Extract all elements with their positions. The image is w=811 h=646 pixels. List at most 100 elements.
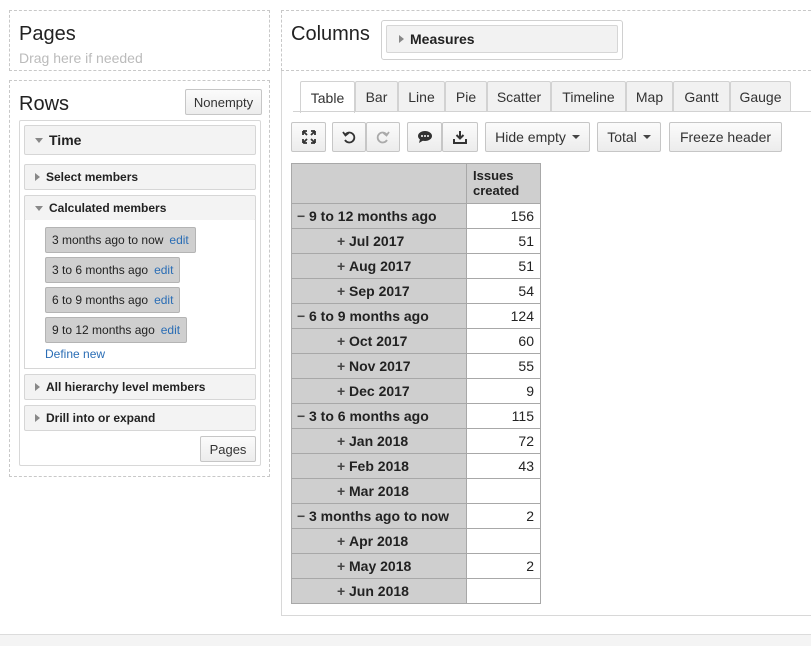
expand-plus-icon[interactable]: + — [337, 433, 349, 449]
value-cell[interactable]: 124 — [466, 303, 541, 329]
row-header[interactable]: + Apr 2018 — [291, 528, 467, 554]
row-header[interactable]: −3 months ago to now — [291, 503, 467, 529]
collapse-minus-icon[interactable]: − — [297, 308, 309, 324]
edit-link[interactable]: edit — [169, 233, 188, 247]
row-header[interactable]: −6 to 9 months ago — [291, 303, 467, 329]
row-label: Jul 2017 — [349, 233, 405, 249]
redo-button[interactable] — [366, 122, 400, 152]
expand-plus-icon[interactable]: + — [337, 383, 349, 399]
tab-scatter[interactable]: Scatter — [487, 81, 551, 112]
value-cell[interactable]: 156 — [466, 203, 541, 229]
total-dropdown[interactable]: Total — [597, 122, 661, 152]
nonempty-button[interactable]: Nonempty — [185, 89, 262, 115]
table-row: −9 to 12 months ago 156 — [291, 203, 541, 229]
calculated-member-chip[interactable]: 3 to 6 months ago edit — [45, 257, 181, 283]
tab-bar[interactable]: Bar — [355, 81, 398, 112]
expand-plus-icon[interactable]: + — [337, 558, 349, 574]
row-header[interactable]: + Sep 2017 — [291, 278, 467, 304]
drill-section[interactable]: Drill into or expand — [24, 405, 256, 431]
measures-label: Measures — [410, 31, 475, 47]
edit-link[interactable]: edit — [154, 263, 173, 277]
value-cell[interactable]: 43 — [466, 453, 541, 479]
define-new-link[interactable]: Define new — [45, 347, 105, 361]
tab-line[interactable]: Line — [398, 81, 445, 112]
value-cell[interactable]: 51 — [466, 228, 541, 254]
expand-plus-icon[interactable]: + — [337, 258, 349, 274]
expand-plus-icon[interactable]: + — [337, 458, 349, 474]
edit-link[interactable]: edit — [154, 293, 173, 307]
value-cell[interactable]: 9 — [466, 378, 541, 404]
row-label: May 2018 — [349, 558, 412, 574]
row-label: Oct 2017 — [349, 333, 408, 349]
drill-label: Drill into or expand — [46, 411, 156, 425]
undo-icon — [342, 131, 356, 144]
comment-button[interactable] — [407, 122, 442, 152]
row-header[interactable]: + Jun 2018 — [291, 578, 467, 604]
table-row: + Apr 2018 — [291, 528, 541, 554]
calculated-member-chip[interactable]: 3 months ago to now edit — [45, 227, 196, 253]
redo-icon — [376, 131, 390, 144]
value-cell[interactable]: 55 — [466, 353, 541, 379]
pages-button[interactable]: Pages — [200, 436, 256, 462]
expand-plus-icon[interactable]: + — [337, 233, 349, 249]
tab-pie[interactable]: Pie — [445, 81, 487, 112]
expand-plus-icon[interactable]: + — [337, 583, 349, 599]
value-cell[interactable]: 2 — [466, 503, 541, 529]
calculated-member-chip[interactable]: 9 to 12 months ago edit — [45, 317, 188, 343]
row-label: Feb 2018 — [349, 458, 409, 474]
collapse-minus-icon[interactable]: − — [297, 408, 309, 424]
row-label: Jun 2018 — [349, 583, 409, 599]
collapse-minus-icon[interactable]: − — [297, 508, 309, 524]
table-corner — [291, 163, 467, 204]
measures-chip[interactable]: Measures — [386, 25, 618, 53]
fullscreen-button[interactable] — [291, 122, 326, 152]
expand-plus-icon[interactable]: + — [337, 358, 349, 374]
value-cell[interactable]: 51 — [466, 253, 541, 279]
expand-plus-icon[interactable]: + — [337, 283, 349, 299]
value-cell[interactable]: 60 — [466, 328, 541, 354]
calculated-member-chip[interactable]: 6 to 9 months ago edit — [45, 287, 181, 313]
row-header[interactable]: + Aug 2017 — [291, 253, 467, 279]
row-header[interactable]: + May 2018 — [291, 553, 467, 579]
table-row: + Dec 2017 9 — [291, 378, 541, 404]
rows-title: Rows — [19, 93, 70, 115]
calculated-members-section[interactable]: Calculated members — [24, 195, 256, 221]
tab-gantt[interactable]: Gantt — [673, 81, 730, 112]
all-hierarchy-section[interactable]: All hierarchy level members — [24, 374, 256, 400]
value-cell[interactable] — [466, 478, 541, 504]
expand-plus-icon[interactable]: + — [337, 533, 349, 549]
value-cell[interactable]: 72 — [466, 428, 541, 454]
row-header[interactable]: + Nov 2017 — [291, 353, 467, 379]
undo-button[interactable] — [332, 122, 366, 152]
value-cell[interactable] — [466, 578, 541, 604]
expand-plus-icon[interactable]: + — [337, 483, 349, 499]
row-header[interactable]: −9 to 12 months ago — [291, 203, 467, 229]
value-cell[interactable]: 2 — [466, 553, 541, 579]
member-name: 9 to 12 months ago — [52, 323, 155, 337]
row-header[interactable]: + Mar 2018 — [291, 478, 467, 504]
row-header[interactable]: + Jan 2018 — [291, 428, 467, 454]
time-dimension-header[interactable]: Time — [24, 125, 256, 155]
value-cell[interactable]: 115 — [466, 403, 541, 429]
row-header[interactable]: + Oct 2017 — [291, 328, 467, 354]
value-cell[interactable] — [466, 528, 541, 554]
row-header[interactable]: + Dec 2017 — [291, 378, 467, 404]
edit-link[interactable]: edit — [161, 323, 180, 337]
tab-table[interactable]: Table — [300, 81, 355, 113]
tab-gauge[interactable]: Gauge — [730, 81, 791, 112]
freeze-header-button[interactable]: Freeze header — [669, 122, 782, 152]
measure-header-line2: created — [473, 183, 520, 198]
tab-map[interactable]: Map — [626, 81, 673, 112]
tab-timeline[interactable]: Timeline — [551, 81, 626, 112]
collapse-minus-icon[interactable]: − — [297, 208, 309, 224]
value-cell[interactable]: 54 — [466, 278, 541, 304]
select-members-section[interactable]: Select members — [24, 164, 256, 190]
row-header[interactable]: + Feb 2018 — [291, 453, 467, 479]
expand-plus-icon[interactable]: + — [337, 333, 349, 349]
hide-empty-dropdown[interactable]: Hide empty — [485, 122, 590, 152]
expand-arrows-icon — [301, 130, 316, 144]
row-header[interactable]: + Jul 2017 — [291, 228, 467, 254]
export-button[interactable] — [442, 122, 478, 152]
row-header[interactable]: −3 to 6 months ago — [291, 403, 467, 429]
measure-column-header[interactable]: Issues created — [466, 163, 541, 204]
